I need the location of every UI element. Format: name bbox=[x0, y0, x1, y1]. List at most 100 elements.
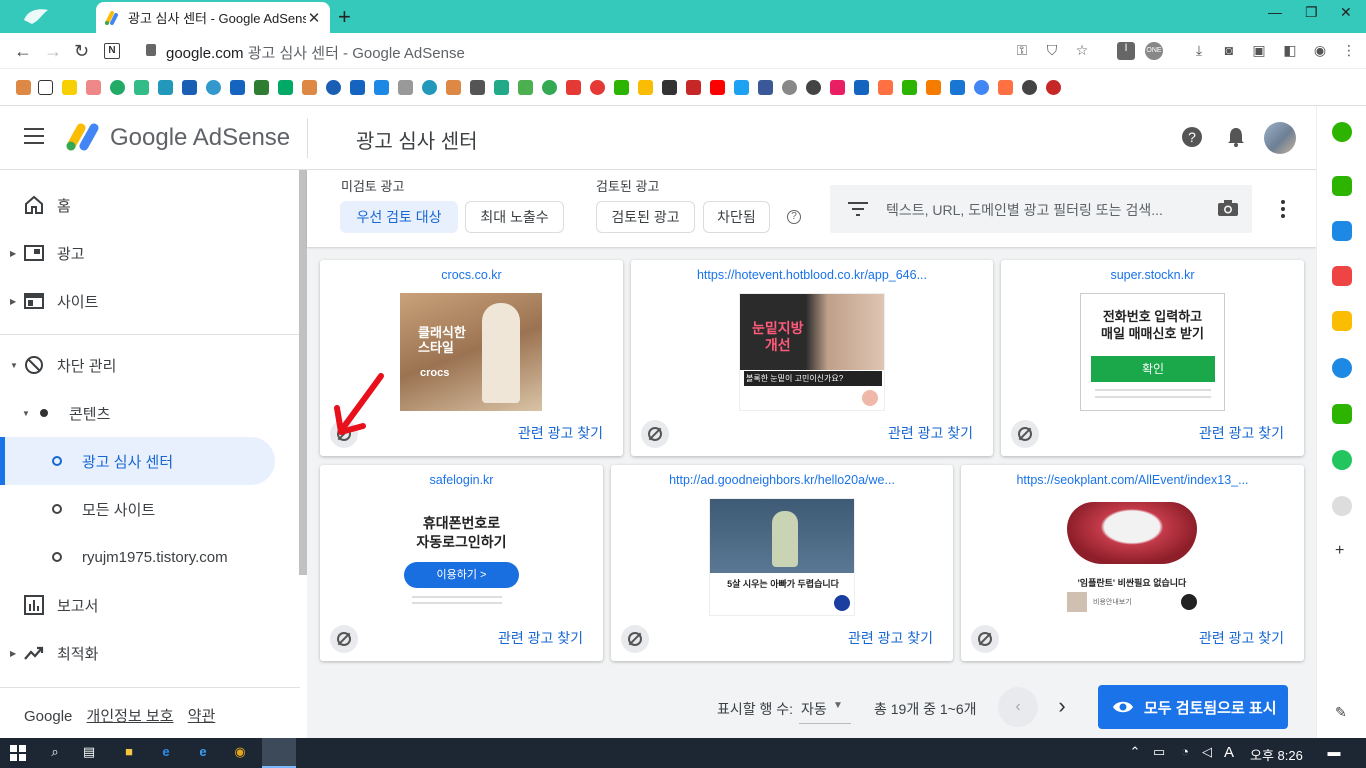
find-related-ads-link[interactable]: 관련 광고 찾기 bbox=[1199, 628, 1284, 648]
edge-icon[interactable]: e bbox=[157, 744, 175, 762]
wifi-icon[interactable]: ◔ bbox=[1176, 744, 1194, 762]
reader-icon[interactable]: N bbox=[104, 43, 120, 59]
ad-domain-link[interactable]: https://hotevent.hotblood.co.kr/app_646.… bbox=[631, 268, 993, 282]
bookmark-icon[interactable] bbox=[16, 80, 31, 95]
side-app-icon[interactable] bbox=[1332, 221, 1352, 241]
find-related-ads-link[interactable]: 관련 광고 찾기 bbox=[888, 423, 973, 443]
bookmark-icon[interactable] bbox=[86, 80, 101, 95]
battery-icon[interactable]: ▭ bbox=[1150, 744, 1168, 762]
find-related-ads-link[interactable]: 관련 광고 찾기 bbox=[518, 423, 603, 443]
bookmark-icon[interactable] bbox=[326, 80, 341, 95]
restore-button[interactable]: ❐ bbox=[1305, 4, 1318, 21]
key-icon[interactable]: ⚿ bbox=[1013, 42, 1031, 60]
collapse-caret-icon[interactable]: ▼ bbox=[10, 361, 18, 370]
ad-card[interactable]: https://seokplant.com/AllEvent/index13_.… bbox=[961, 465, 1304, 661]
bookmark-icon[interactable] bbox=[494, 80, 509, 95]
bookmark-icon[interactable] bbox=[134, 80, 149, 95]
filter-help-icon[interactable]: ? bbox=[787, 210, 801, 224]
find-related-ads-link[interactable]: 관련 광고 찾기 bbox=[498, 628, 583, 648]
find-related-ads-link[interactable]: 관련 광고 찾기 bbox=[1199, 423, 1284, 443]
ad-card[interactable]: super.stockn.kr 전화번호 입력하고 매일 매매신호 받기 확인 관… bbox=[1001, 260, 1304, 456]
bookmark-icon[interactable] bbox=[158, 80, 173, 95]
chrome-icon[interactable]: ◉ bbox=[231, 744, 249, 762]
close-window-button[interactable]: ✕ bbox=[1340, 4, 1352, 21]
ad-domain-link[interactable]: http://ad.goodneighbors.kr/hello20a/we..… bbox=[611, 473, 953, 487]
bookmark-icon[interactable] bbox=[734, 80, 749, 95]
rows-per-page-select[interactable]: 자동 ▼ bbox=[799, 692, 851, 724]
sidebar-item-home[interactable]: 홈 bbox=[0, 181, 300, 229]
search-icon[interactable]: ⌕ bbox=[46, 744, 64, 762]
extension-i-icon[interactable]: I bbox=[1117, 42, 1135, 60]
camera-icon[interactable]: ◙ bbox=[1220, 42, 1238, 60]
find-related-ads-link[interactable]: 관련 광고 찾기 bbox=[848, 628, 933, 648]
side-app-icon[interactable] bbox=[1332, 176, 1352, 196]
bookmark-icon[interactable] bbox=[1046, 80, 1061, 95]
bookmark-icon[interactable] bbox=[566, 80, 581, 95]
ad-card[interactable]: https://hotevent.hotblood.co.kr/app_646.… bbox=[631, 260, 993, 456]
bookmark-icon[interactable] bbox=[662, 80, 677, 95]
ad-domain-link[interactable]: https://seokplant.com/AllEvent/index13_.… bbox=[961, 473, 1304, 487]
sidebar-item-ad-review-center[interactable]: 광고 심사 센터 bbox=[0, 437, 275, 485]
bookmark-icon[interactable] bbox=[206, 80, 221, 95]
sidebar-item-block-management[interactable]: ▼ 차단 관리 bbox=[0, 341, 300, 389]
bookmark-icon[interactable] bbox=[1022, 80, 1037, 95]
clock[interactable]: 오후 8:26 bbox=[1250, 745, 1303, 764]
bookmark-icon[interactable] bbox=[110, 80, 125, 95]
bookmark-icon[interactable] bbox=[782, 80, 797, 95]
bookmark-icon[interactable] bbox=[998, 80, 1013, 95]
bookmark-icon[interactable] bbox=[830, 80, 845, 95]
bookmark-icon[interactable] bbox=[182, 80, 197, 95]
privacy-link[interactable]: 개인정보 보호 bbox=[87, 708, 174, 725]
bookmark-icon[interactable] bbox=[638, 80, 653, 95]
more-options-icon[interactable] bbox=[1281, 200, 1285, 218]
sidebar-item-optimize[interactable]: ▶ 최적화 bbox=[0, 629, 300, 677]
bookmark-icon[interactable] bbox=[854, 80, 869, 95]
previous-page-icon[interactable]: ‹ bbox=[998, 687, 1038, 727]
volume-icon[interactable]: ◁ bbox=[1198, 744, 1216, 762]
pin-icon[interactable]: ✎ bbox=[1335, 704, 1347, 721]
mark-all-reviewed-button[interactable]: 모두 검토됨으로 표시 bbox=[1098, 685, 1288, 729]
bookmark-icon[interactable] bbox=[710, 80, 725, 95]
ad-creative[interactable]: '임플란트' 비싼필요 없습니다 비용안내보기 bbox=[1059, 498, 1205, 616]
file-explorer-icon[interactable]: ■ bbox=[120, 744, 138, 762]
ad-domain-link[interactable]: super.stockn.kr bbox=[1001, 268, 1304, 282]
bookmark-icon[interactable] bbox=[974, 80, 989, 95]
block-ad-icon[interactable] bbox=[330, 625, 358, 653]
add-side-app-icon[interactable]: + bbox=[1335, 542, 1344, 560]
expand-caret-icon[interactable]: ▶ bbox=[10, 249, 16, 258]
block-ad-icon[interactable] bbox=[1011, 420, 1039, 448]
download-icon[interactable]: ⤓ bbox=[1190, 42, 1208, 60]
ime-indicator[interactable]: A bbox=[1220, 744, 1238, 762]
tab-close-icon[interactable]: ✕ bbox=[306, 9, 322, 27]
ad-creative[interactable]: 클래식한 스타일 crocs bbox=[400, 293, 542, 411]
sidebar-toggle-icon[interactable]: ◧ bbox=[1281, 42, 1299, 60]
bookmark-icon[interactable] bbox=[950, 80, 965, 95]
side-app-icon[interactable] bbox=[1332, 311, 1352, 331]
terms-link[interactable]: 약관 bbox=[188, 708, 216, 725]
extension-one-icon[interactable]: ONE bbox=[1145, 42, 1163, 60]
account-avatar[interactable] bbox=[1264, 122, 1296, 154]
back-icon[interactable]: ← bbox=[14, 41, 32, 62]
bookmark-icon[interactable] bbox=[614, 80, 629, 95]
bookmark-icon[interactable] bbox=[422, 80, 437, 95]
minimize-button[interactable]: — bbox=[1268, 4, 1282, 20]
sidebar-item-ads[interactable]: ▶ 광고 bbox=[0, 229, 300, 277]
sidebar-item-site[interactable]: ryujm1975.tistory.com bbox=[0, 533, 300, 581]
side-app-icon[interactable] bbox=[1332, 450, 1352, 470]
bookmark-icon[interactable] bbox=[686, 80, 701, 95]
bookmark-icon[interactable] bbox=[806, 80, 821, 95]
notifications-icon[interactable] bbox=[1225, 126, 1247, 148]
collapse-caret-icon[interactable]: ▼ bbox=[22, 409, 30, 418]
star-icon[interactable]: ☆ bbox=[1073, 42, 1091, 60]
bookmark-icon[interactable] bbox=[446, 80, 461, 95]
sidebar-item-sites[interactable]: ▶ 사이트 bbox=[0, 277, 300, 325]
sidebar-item-content[interactable]: ▼ 콘텐츠 bbox=[0, 389, 300, 437]
bookmark-icon[interactable] bbox=[926, 80, 941, 95]
browser-menu-icon[interactable]: ⋮ bbox=[1340, 42, 1358, 60]
side-app-icon[interactable] bbox=[1332, 358, 1352, 378]
reload-icon[interactable]: ↻ bbox=[74, 41, 89, 62]
bookmark-icon[interactable] bbox=[230, 80, 245, 95]
ad-creative[interactable]: 눈밑지방 개선 볼록한 눈밑이 고민이신가요? bbox=[739, 293, 885, 411]
blocked-chip[interactable]: 차단됨 bbox=[703, 201, 770, 233]
bookmark-icon[interactable] bbox=[758, 80, 773, 95]
